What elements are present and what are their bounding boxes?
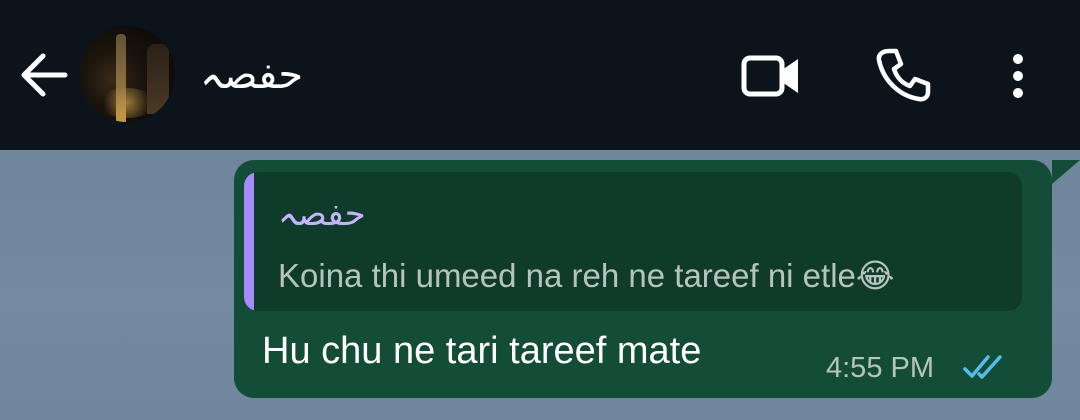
voice-call-button[interactable] [868,42,938,108]
quoted-reply[interactable]: حفصہ Koina thi umeed na reh ne tareef ni… [244,172,1022,311]
video-call-button[interactable] [736,44,806,108]
chat-header: حفصہ [0,0,1080,150]
message-time: 4:55 PM [826,352,934,384]
more-vertical-icon [1013,54,1023,98]
avatar-building [147,44,169,114]
contact-name[interactable]: حفصہ [200,46,340,104]
double-check-icon [962,352,1008,382]
more-options-button[interactable] [990,44,1046,108]
quoted-sender-name: حفصہ [278,194,366,234]
quoted-message-text: Koina thi umeed na reh ne tareef ni etle… [278,257,895,294]
contact-avatar[interactable] [79,26,175,122]
avatar-tower [116,34,126,122]
quote-accent-bar [244,172,254,311]
message-text: Hu chu ne tari tareef mate [262,330,702,372]
back-button[interactable] [14,45,74,105]
arrow-left-icon [21,53,68,97]
video-camera-icon [741,55,798,97]
phone-icon [876,48,931,102]
bubble-tail [1052,160,1080,184]
